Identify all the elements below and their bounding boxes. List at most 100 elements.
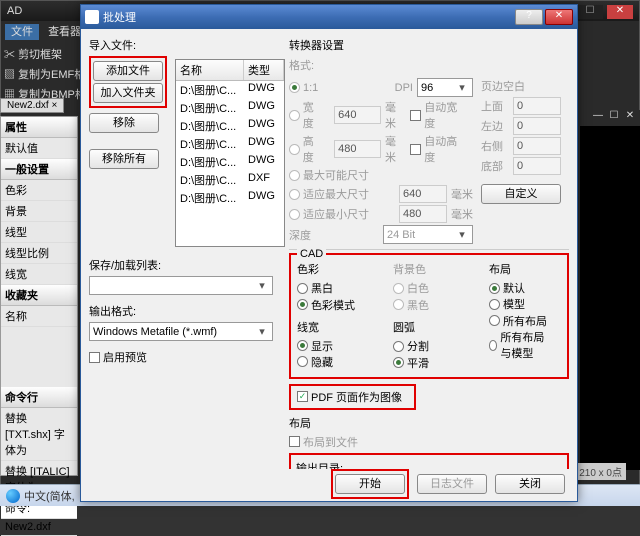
layout-default-radio[interactable]: 默认 (489, 280, 525, 296)
file-list[interactable]: 名称 类型 D:\图册\C...DWGD:\图册\C...DWGD:\图册\C.… (175, 59, 285, 247)
fitmin-radio: 适应最小尺寸 (289, 206, 369, 222)
colormode-radio[interactable]: 色彩模式 (297, 297, 355, 313)
arc-split-radio[interactable]: 分割 (393, 338, 429, 354)
chevron-down-icon[interactable]: ▾ (255, 279, 269, 292)
remove-button[interactable]: 移除 (89, 113, 159, 133)
auto-width-check: 自动宽度 (410, 99, 467, 131)
height-radio: 高度 (289, 133, 324, 165)
width-radio: 宽度 (289, 99, 324, 131)
lw-hide-radio[interactable]: 隐藏 (297, 354, 333, 370)
black-radio: 黑色 (393, 297, 429, 313)
out-format-value: Windows Metafile (*.wmf) (93, 326, 243, 338)
arc-flat-radio[interactable]: 平滑 (393, 355, 429, 371)
save-list-field[interactable]: ▾ (89, 276, 273, 295)
table-row[interactable]: D:\图册\C...DWG (176, 135, 284, 153)
rp-max-icon[interactable]: ☐ (606, 110, 622, 126)
color-header: 色彩 (297, 261, 369, 277)
margin-header: 页边空白 (481, 78, 569, 94)
rp-close-icon[interactable]: ✕ (622, 110, 638, 126)
layout-all-model-radio[interactable]: 所有布局与模型 (489, 329, 555, 361)
out-format-label: 输出格式: (89, 303, 273, 319)
margin-left-field: 0 (513, 117, 561, 135)
table-row[interactable]: D:\图册\C...DWG (176, 81, 284, 99)
chevron-down-icon[interactable]: ▾ (455, 81, 469, 94)
menu-file[interactable]: 文件 (5, 24, 39, 40)
dialog-close-icon[interactable]: ✕ (545, 9, 573, 25)
batch-dialog: 批处理 ? ✕ 导入文件: 添加文件 加入文件夹 移除 移除所有 (80, 4, 578, 502)
add-folder-button[interactable]: 加入文件夹 (93, 83, 163, 103)
dialog-title: 批处理 (103, 9, 136, 25)
right-panel: —☐✕ (580, 110, 640, 470)
layout-header: 布局 (489, 261, 561, 277)
bookmark-name: 名称 (1, 306, 77, 327)
defaults-header[interactable]: 默认值 (1, 138, 77, 159)
out-format-select[interactable]: Windows Metafile (*.wmf) ▾ (89, 322, 273, 341)
outdir-label: 输出目录: (296, 460, 562, 469)
prop-bg[interactable]: 背景 (1, 201, 77, 222)
height-field: 480 (334, 140, 381, 158)
pdf-image-box: PDF 页面作为图像 (289, 384, 416, 410)
arc-header: 圆弧 (393, 319, 465, 335)
status-text: 中文(简体, (24, 488, 75, 504)
prop-lts[interactable]: 线型比例 (1, 243, 77, 264)
layout2-header: 布局 (289, 415, 569, 431)
document-tab[interactable]: New2.dxf × (0, 98, 64, 113)
globe-icon (6, 489, 20, 503)
side-panel: 属性 默认值 一般设置 色彩 背景 线型 线型比例 线宽 收藏夹 名称 命令行 … (0, 116, 78, 476)
table-row[interactable]: D:\图册\C...DWG (176, 117, 284, 135)
layout-to-file-check: 布局到文件 (289, 434, 358, 450)
lw-show-radio[interactable]: 显示 (297, 338, 333, 354)
format-label: 格式: (289, 57, 569, 73)
dpi-select[interactable]: 96▾ (417, 78, 473, 97)
auto-height-check: 自动高度 (410, 133, 467, 165)
remove-all-button[interactable]: 移除所有 (89, 149, 159, 169)
layout-all-radio[interactable]: 所有布局 (489, 313, 547, 329)
maxsize-radio: 最大可能尺寸 (289, 167, 369, 183)
margin-bottom-field: 0 (513, 157, 561, 175)
import-label: 导入文件: (89, 37, 273, 53)
table-row[interactable]: D:\图册\C...DWG (176, 153, 284, 171)
custom-button[interactable]: 自定义 (481, 184, 561, 204)
open-file[interactable]: New2.dxf (1, 519, 77, 536)
close-icon[interactable]: ✕ (607, 5, 633, 19)
add-files-button[interactable]: 添加文件 (93, 61, 163, 81)
prop-color[interactable]: 色彩 (1, 180, 77, 201)
cmd-header: 命令行 (1, 387, 77, 408)
pdf-as-image-check[interactable]: PDF 页面作为图像 (297, 389, 402, 405)
enable-preview-check[interactable]: 启用预览 (89, 349, 147, 365)
cmd-line-1: 替换 [TXT.shx] 字体为 (1, 408, 77, 461)
dialog-help-icon[interactable]: ? (515, 9, 543, 25)
table-row[interactable]: D:\图册\C...DWG (176, 189, 284, 207)
ratio-11-radio: 1:1 (289, 82, 318, 94)
fitmax-field: 640 (399, 185, 447, 203)
maximize-icon[interactable]: ☐ (577, 5, 603, 19)
table-row[interactable]: D:\图册\C...DXF (176, 171, 284, 189)
fitmax-radio: 适应最大尺寸 (289, 186, 369, 202)
dialog-icon (85, 10, 99, 24)
depth-select[interactable]: 24 Bit▾ (383, 225, 473, 244)
chevron-down-icon[interactable]: ▾ (255, 325, 269, 338)
dpi-label: DPI (395, 82, 413, 94)
close-button[interactable]: 关闭 (495, 474, 565, 494)
cad-header: CAD (297, 248, 326, 260)
start-button[interactable]: 开始 (335, 474, 405, 494)
converter-header: 转换器设置 (289, 37, 569, 53)
white-radio: 白色 (393, 280, 429, 296)
lw-header: 线宽 (297, 319, 369, 335)
col-type[interactable]: 类型 (244, 60, 284, 80)
prop-lt[interactable]: 线型 (1, 222, 77, 243)
col-name[interactable]: 名称 (176, 60, 244, 80)
dialog-titlebar[interactable]: 批处理 ? ✕ (81, 5, 577, 29)
prop-lw[interactable]: 线宽 (1, 264, 77, 285)
cad-group: CAD 色彩 黑白 色彩模式 线宽 显示 隐藏 背景色 白色 黑色 (289, 253, 569, 379)
general-header: 一般设置 (1, 159, 77, 180)
margin-top-field: 0 (513, 97, 561, 115)
log-button: 日志文件 (417, 474, 487, 494)
save-list-label: 保存/加载列表: (89, 257, 273, 273)
chevron-down-icon[interactable]: ▾ (455, 228, 469, 241)
table-row[interactable]: D:\图册\C...DWG (176, 99, 284, 117)
bookmark-header: 收藏夹 (1, 285, 77, 306)
rp-min-icon[interactable]: — (590, 110, 606, 126)
layout-model-radio[interactable]: 模型 (489, 296, 525, 312)
bw-radio[interactable]: 黑白 (297, 280, 333, 296)
